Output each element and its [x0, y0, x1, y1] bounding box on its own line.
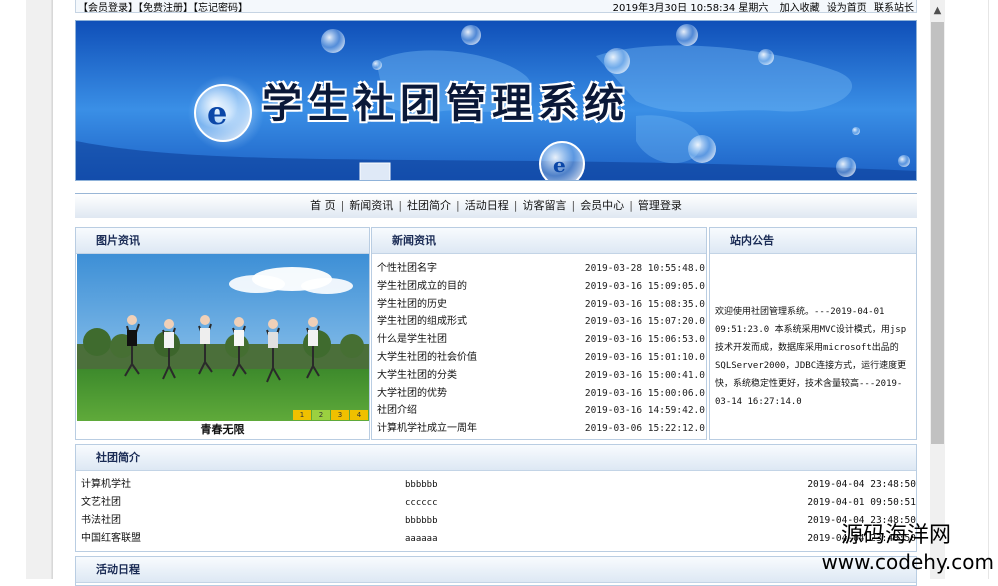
nav-schedule[interactable]: 活动日程: [460, 199, 514, 212]
nav-member-center[interactable]: 会员中心: [575, 199, 629, 212]
news-title[interactable]: 社团介绍: [377, 402, 417, 420]
list-item[interactable]: 大学社团的优势 2019-03-16 15:00:06.0: [377, 385, 705, 403]
club-name[interactable]: 中国红客联盟: [81, 530, 141, 548]
panel-title: 图片资讯: [76, 228, 369, 254]
slide-thumbnails: 1 2 3 4: [292, 410, 368, 420]
list-item[interactable]: 学生社团的历史 2019-03-16 15:08:35.0: [377, 296, 705, 314]
slide-thumb-3[interactable]: 3: [331, 410, 349, 420]
panel-title: 站内公告: [710, 228, 916, 254]
left-gutter: [26, 0, 52, 579]
list-item[interactable]: 学生社团成立的目的 2019-03-16 15:09:05.0: [377, 278, 705, 296]
nav-guestbook[interactable]: 访客留言: [517, 199, 571, 212]
notice-panel: 站内公告 欢迎使用社团管理系统。---2019-04-01 09:51:23.0…: [709, 227, 917, 440]
news-date: 2019-03-28 10:55:48.0: [584, 263, 705, 274]
watermark: 源码海洋网 www.codehy.com: [792, 522, 998, 579]
right-gutter: [988, 0, 998, 579]
add-favorite-link[interactable]: 加入收藏: [780, 3, 820, 14]
slide-thumb-2[interactable]: 2: [312, 410, 330, 420]
news-title[interactable]: 大学社团的优势: [377, 385, 447, 403]
club-intro-panel: 社团简介 计算机学社 bbbbbb 2019-04-04 23:48:50 文艺社团…: [75, 444, 917, 552]
nav-home[interactable]: 首 页: [305, 199, 341, 212]
list-item[interactable]: 社团介绍 2019-03-16 14:59:42.0: [377, 402, 705, 420]
news-title[interactable]: 个性社团名字: [377, 260, 437, 278]
club-date: 2019-04-04 23:48:50: [807, 479, 916, 490]
nav-club-intro[interactable]: 社团简介: [402, 199, 456, 212]
news-date: 2019-03-16 15:06:53.0: [584, 334, 705, 346]
news-title[interactable]: 大学生社团的社会价值: [377, 349, 477, 367]
news-date: 2019-03-16 14:59:42.0: [584, 405, 705, 417]
list-item[interactable]: 什么是学生社团 2019-03-16 15:06:53.0: [377, 331, 705, 349]
list-item[interactable]: 个性社团名字 2019-03-28 10:55:48.0: [377, 260, 705, 278]
club-content: aaaaaa: [405, 534, 438, 544]
news-date: 2019-03-16 15:07:20.0: [584, 316, 705, 328]
photo-image: [77, 254, 369, 421]
panel-title: 新闻资讯: [372, 228, 706, 254]
club-content: bbbbbb: [405, 480, 438, 490]
watermark-line1: 源码海洋网: [840, 523, 951, 548]
list-item[interactable]: 学生社团的组成形式 2019-03-16 15:07:20.0: [377, 313, 705, 331]
list-item[interactable]: 大学生社团的分类 2019-03-16 15:00:41.0: [377, 367, 705, 385]
account-links[interactable]: 【会员登录】【免费注册】【忘记密码】: [78, 0, 248, 14]
club-content: cccccc: [405, 498, 438, 508]
news-title[interactable]: 学生社团的组成形式: [377, 313, 467, 331]
watermark-line2: www.codehy.com: [821, 550, 994, 574]
list-item[interactable]: 计算机学社 bbbbbb 2019-04-04 23:48:50: [81, 476, 917, 494]
top-right-links: 2019年3月30日 10:58:34 星期六 加入收藏 设为首页 联系站长: [605, 0, 914, 14]
svg-text:e: e: [553, 153, 566, 177]
main-nav: 首 页 | 新闻资讯 | 社团简介 | 活动日程 | 访客留言 | 会员中心 | 管理登录: [75, 193, 917, 218]
scroll-up-icon[interactable]: ▲: [930, 3, 945, 19]
activity-panel: 活动日程: [75, 556, 917, 586]
panel-title: 社团简介: [76, 445, 916, 471]
club-content: bbbbbb: [405, 516, 438, 526]
contact-link[interactable]: 联系站长: [874, 3, 914, 14]
club-date: 2019-04-01 09:50:51: [807, 497, 916, 508]
club-name[interactable]: 文艺社团: [81, 494, 121, 512]
site-banner: e e 学生社团管理系统: [75, 20, 917, 181]
news-panel: 新闻资讯 个性社团名字 2019-03-28 10:55:48.0 学生社团成立的…: [371, 227, 707, 440]
list-item[interactable]: 文艺社团 cccccc 2019-04-01 09:50:51: [81, 494, 917, 512]
panel-title: 活动日程: [76, 557, 916, 583]
svg-text:e: e: [207, 94, 227, 132]
news-title[interactable]: 计算机学社成立一周年: [377, 420, 477, 438]
club-name[interactable]: 书法社团: [81, 512, 121, 530]
news-date: 2019-03-16 15:01:10.0: [584, 351, 705, 363]
screen: 【会员登录】【免费注册】【忘记密码】 2019年3月30日 10:58:34 星…: [0, 0, 998, 586]
news-date: 2019-03-06 15:22:12.0: [584, 423, 705, 435]
nav-admin-login[interactable]: 管理登录: [633, 199, 687, 212]
news-date: 2019-03-16 15:09:05.0: [584, 280, 705, 292]
club-name[interactable]: 计算机学社: [81, 476, 131, 494]
datetime-text: 2019年3月30日 10:58:34 星期六: [612, 2, 769, 14]
list-item[interactable]: 大学生社团的社会价值 2019-03-16 15:01:10.0: [377, 349, 705, 367]
banner-title: 学生社团管理系统: [262, 80, 630, 127]
news-date: 2019-03-16 15:00:06.0: [584, 387, 705, 399]
news-title[interactable]: 学生社团成立的目的: [377, 278, 467, 296]
slide-thumb-1[interactable]: 1: [293, 410, 311, 420]
set-homepage-link[interactable]: 设为首页: [827, 3, 867, 14]
news-date: 2019-03-16 15:00:41.0: [584, 369, 705, 381]
notice-marquee: 欢迎使用社团管理系统。---2019-04-01 09:51:23.0 本系统采…: [715, 307, 907, 407]
news-photo[interactable]: 1 2 3 4: [77, 254, 369, 421]
picture-news-panel: 图片资讯 1 2 3 4 青春无限: [75, 227, 370, 440]
news-title[interactable]: 学生社团的历史: [377, 296, 447, 314]
list-item[interactable]: 计算机学社成立一周年 2019-03-06 15:22:12.0: [377, 420, 705, 438]
slide-thumb-4[interactable]: 4: [350, 410, 368, 420]
news-date: 2019-03-16 15:08:35.0: [584, 298, 705, 310]
news-title[interactable]: 什么是学生社团: [377, 331, 447, 349]
nav-news[interactable]: 新闻资讯: [344, 199, 398, 212]
top-bar: 【会员登录】【免费注册】【忘记密码】 2019年3月30日 10:58:34 星…: [75, 0, 917, 14]
scrollbar-thumb[interactable]: [931, 22, 944, 444]
news-list: 个性社团名字 2019-03-28 10:55:48.0 学生社团成立的目的 201…: [377, 260, 705, 438]
vertical-scrollbar[interactable]: ▲: [930, 0, 945, 579]
photo-caption[interactable]: 青春无限: [76, 422, 369, 437]
news-title[interactable]: 大学生社团的分类: [377, 367, 457, 385]
